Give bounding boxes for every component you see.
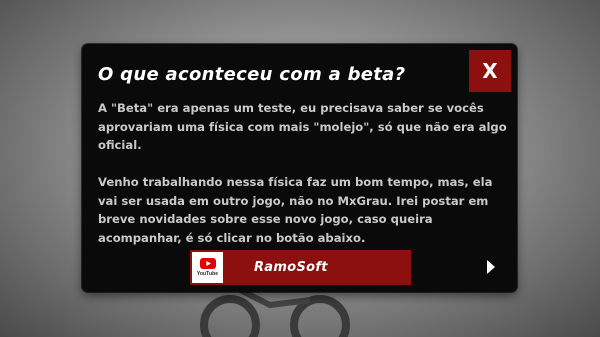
dialog-title: O que aconteceu com a beta?	[98, 64, 406, 85]
youtube-icon: YouTube	[192, 252, 223, 283]
body-paragraph-1: A "Beta" era apenas um teste, eu precisa…	[98, 101, 507, 152]
close-button[interactable]: X	[469, 50, 511, 92]
close-label: X	[482, 59, 498, 83]
youtube-channel-button[interactable]: YouTube RamoSoft	[190, 250, 411, 285]
dialog-body: A "Beta" era apenas um teste, eu precisa…	[98, 99, 508, 266]
youtube-icon-label: YouTube	[196, 271, 219, 277]
body-paragraph-2: Venho trabalhando nessa física faz um bo…	[98, 175, 493, 245]
news-dialog: O que aconteceu com a beta? X A "Beta" e…	[82, 44, 517, 292]
play-arrow-icon[interactable]	[485, 259, 497, 275]
channel-button-label: RamoSoft	[254, 260, 328, 275]
